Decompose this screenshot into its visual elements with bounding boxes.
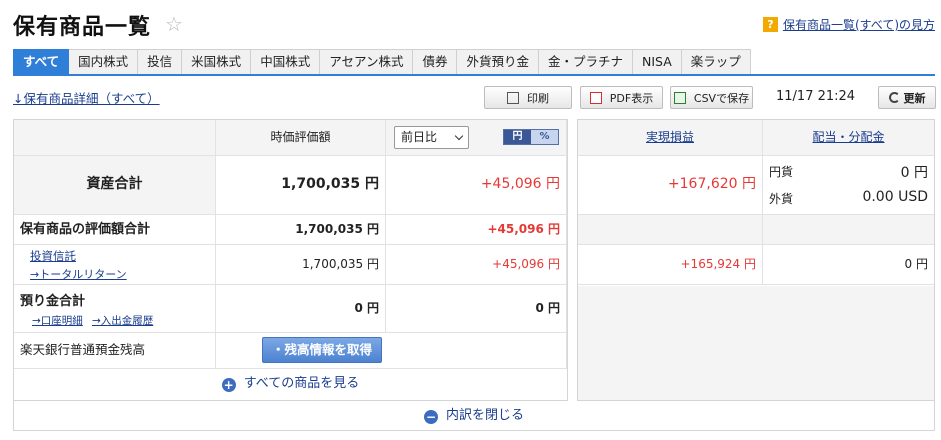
refresh-button[interactable]: 更新 xyxy=(878,86,936,109)
toggle-percent[interactable]: % xyxy=(531,130,558,144)
page-title: 保有商品一覧 xyxy=(13,15,152,40)
total-dividend-cell: 円貨 0 円 外貨 0.00 USD xyxy=(763,156,934,215)
dividend-link[interactable]: 配当・分配金 xyxy=(812,130,884,144)
total-label-cell: 資産合計 xyxy=(14,156,216,215)
tab-china-stocks[interactable]: 中国株式 xyxy=(251,49,321,75)
tab-nisa[interactable]: NISA xyxy=(633,49,682,75)
deposit-label-cell: 預り金合計 →口座明細 →入出金履歴 xyxy=(14,285,216,333)
tab-all[interactable]: すべて xyxy=(13,49,70,75)
show-all-row: + すべての商品を見る xyxy=(14,369,567,400)
deposit-change-cell: 0 円 xyxy=(386,285,567,333)
refresh-icon xyxy=(888,92,900,103)
help-link-group[interactable]: ? 保有商品一覧(すべて)の見方 xyxy=(762,16,935,33)
question-icon: ? xyxy=(762,17,778,32)
close-breakdown-label: 内訳を閉じる xyxy=(445,408,524,423)
tab-rakuwrap[interactable]: 楽ラップ xyxy=(681,49,751,75)
holdings-detail-link[interactable]: ↓保有商品詳細（すべて） xyxy=(13,88,160,107)
total-label: 資産合計 xyxy=(86,176,143,192)
total-realized: +167,620 円 xyxy=(667,176,756,192)
total-value: 1,700,035 円 xyxy=(281,176,379,192)
header-blank xyxy=(14,120,216,156)
bank-balance-label: 楽天銀行普通預金残高 xyxy=(20,342,146,357)
tab-us-stocks[interactable]: 米国株式 xyxy=(182,49,252,75)
tab-domestic-stocks[interactable]: 国内株式 xyxy=(69,49,139,75)
show-all-products-link[interactable]: すべての商品を見る xyxy=(244,376,360,391)
bank-label-cell: 楽天銀行普通預金残高 xyxy=(14,333,216,369)
chevron-down-icon xyxy=(454,131,464,141)
tab-investment-trusts[interactable]: 投信 xyxy=(138,49,183,75)
holdings-change: +45,096 円 xyxy=(487,222,560,236)
last-updated-time: 11/17 21:24 xyxy=(776,89,856,104)
fund-value: 1,700,035 円 xyxy=(302,257,379,271)
right-panel-empty xyxy=(578,286,934,400)
fund-realized-cell: +165,924 円 xyxy=(578,245,763,285)
category-tabs: すべて 国内株式 投信 米国株式 中国株式 アセアン株式 債券 外貨預り金 金・… xyxy=(13,49,751,75)
minus-circle-icon: − xyxy=(423,410,438,424)
csv-button[interactable]: CSVで保存 xyxy=(670,86,753,109)
fund-dividend-cell: 0 円 xyxy=(763,245,934,285)
fund-label-cell: 投資信託 →トータルリターン xyxy=(14,245,216,285)
fund-value-cell: 1,700,035 円 xyxy=(216,245,386,285)
fetch-balance-button[interactable]: ・残高情報を取得 xyxy=(262,337,382,363)
total-return-link[interactable]: →トータルリターン xyxy=(30,266,127,282)
deposit-label: 預り金合計 xyxy=(20,294,86,309)
holdings-label: 保有商品の評価額合計 xyxy=(20,222,151,237)
header-market-value: 時価評価額 xyxy=(216,120,386,156)
tab-foreign-deposits[interactable]: 外貨預り金 xyxy=(457,49,539,75)
toggle-yen[interactable]: 円 xyxy=(504,130,531,144)
close-breakdown-bar[interactable]: − 内訳を閉じる xyxy=(13,401,935,431)
printer-icon xyxy=(507,91,519,104)
holdings-realized-cell xyxy=(578,215,763,245)
refresh-button-label: 更新 xyxy=(903,91,926,105)
pdf-icon xyxy=(589,91,602,104)
unit-toggle: 円 % xyxy=(503,129,559,145)
deposit-history-link[interactable]: →入出金履歴 xyxy=(92,313,153,328)
fund-dividend: 0 円 xyxy=(904,257,928,271)
dividend-jpy-label: 円貨 xyxy=(769,165,794,179)
csv-icon xyxy=(673,91,686,104)
dividend-jpy-value: 0 円 xyxy=(900,165,928,181)
deposit-change: 0 円 xyxy=(535,301,560,315)
header-dividend: 配当・分配金 xyxy=(763,120,934,156)
realized-pl-link[interactable]: 実現損益 xyxy=(646,130,694,144)
tab-underline xyxy=(13,74,935,76)
star-icon[interactable]: ☆ xyxy=(165,12,183,36)
holdings-value: 1,700,035 円 xyxy=(295,222,379,236)
period-select[interactable]: 前日比 xyxy=(394,126,469,149)
holdings-label-cell: 保有商品の評価額合計 xyxy=(14,215,216,245)
csv-button-label: CSVで保存 xyxy=(693,91,750,105)
account-detail-link[interactable]: →口座明細 xyxy=(32,313,83,328)
holdings-dividend-cell xyxy=(763,215,934,245)
fund-change: +45,096 円 xyxy=(492,257,560,271)
tab-gold-platinum[interactable]: 金・プラチナ xyxy=(539,49,634,75)
tab-asean-stocks[interactable]: アセアン株式 xyxy=(320,49,414,75)
total-value-cell: 1,700,035 円 xyxy=(216,156,386,215)
holdings-value-cell: 1,700,035 円 xyxy=(216,215,386,245)
deposit-value-cell: 0 円 xyxy=(216,285,386,333)
total-change: +45,096 円 xyxy=(480,176,560,192)
total-change-cell: +45,096 円 xyxy=(386,156,567,215)
fund-realized: +165,924 円 xyxy=(680,257,757,271)
holdings-change-cell: +45,096 円 xyxy=(386,215,567,245)
pdf-button-label: PDF表示 xyxy=(609,91,654,105)
plus-circle-icon: + xyxy=(221,378,236,392)
total-realized-cell: +167,620 円 xyxy=(578,156,763,215)
investment-trust-link[interactable]: 投資信託 xyxy=(30,248,76,264)
print-button[interactable]: 印刷 xyxy=(484,86,572,109)
header-realized: 実現損益 xyxy=(578,120,763,156)
print-button-label: 印刷 xyxy=(527,91,549,105)
dividend-fx-label: 外貨 xyxy=(769,192,794,206)
tab-bonds[interactable]: 債券 xyxy=(413,49,458,75)
help-link[interactable]: 保有商品一覧(すべて)の見方 xyxy=(783,16,935,33)
fund-change-cell: +45,096 円 xyxy=(386,245,567,285)
deposit-value: 0 円 xyxy=(354,301,379,315)
dividend-fx-value: 0.00 USD xyxy=(862,189,928,205)
pdf-button[interactable]: PDF表示 xyxy=(580,86,663,109)
